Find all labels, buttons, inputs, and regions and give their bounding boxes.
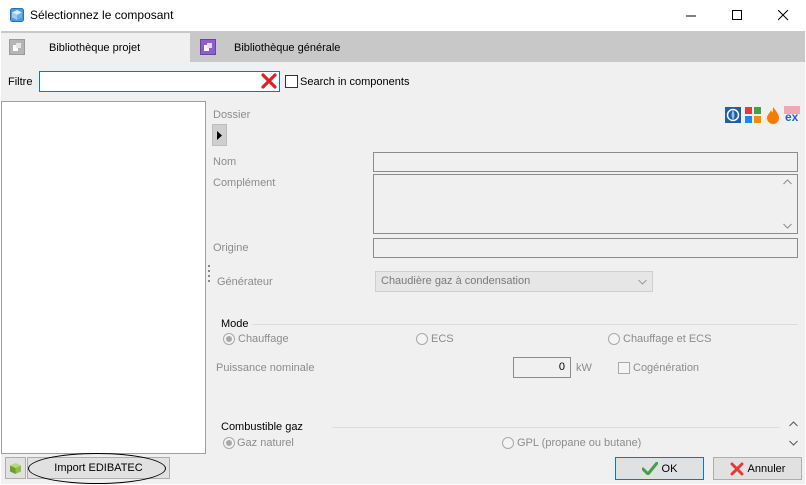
grid-icon[interactable] xyxy=(745,107,761,123)
tab-label: Bibliothèque projet xyxy=(49,42,141,54)
combustible-group-line xyxy=(332,427,780,428)
highlight-ellipse xyxy=(28,453,166,484)
nom-label: Nom xyxy=(213,156,237,168)
cancel-label: Annuler xyxy=(747,462,786,475)
close-button[interactable] xyxy=(760,0,806,31)
app-icon xyxy=(10,8,24,22)
search-in-components-label: Search in components xyxy=(300,76,410,88)
origine-field[interactable] xyxy=(373,238,798,258)
tab-label: Bibliothèque générale xyxy=(234,42,341,54)
flame-icon[interactable] xyxy=(766,107,780,124)
mode-chauffage-ecs-radio[interactable] xyxy=(608,333,620,345)
nom-field[interactable] xyxy=(373,152,798,172)
dossier-label: Dossier xyxy=(213,109,251,121)
filter-input[interactable] xyxy=(39,71,280,92)
mode-ecs-label: ECS xyxy=(431,333,454,345)
mode-chauffage-ecs-label: Chauffage et ECS xyxy=(623,333,712,345)
ex-icon-text: ex xyxy=(785,110,799,124)
package-icon xyxy=(10,462,21,474)
import-icon-button[interactable] xyxy=(5,457,26,479)
ok-button[interactable]: OK xyxy=(615,457,704,480)
mode-chauffage-label: Chauffage xyxy=(238,333,289,345)
tab-bibliotheque-generale[interactable]: Bibliothèque générale xyxy=(192,33,392,62)
mode-group-label: Mode xyxy=(221,318,249,330)
cancel-button[interactable]: Annuler xyxy=(713,457,802,480)
tab-bibliotheque-projet[interactable]: Bibliothèque projet xyxy=(1,33,190,62)
complement-label: Complément xyxy=(213,177,276,189)
combustible-group-label: Combustible gaz xyxy=(221,421,303,433)
component-tree[interactable] xyxy=(1,101,206,454)
search-in-components-checkbox[interactable] xyxy=(285,75,298,88)
gaz-naturel-label: Gaz naturel xyxy=(237,437,294,449)
chevron-down-icon xyxy=(638,279,647,285)
splitter-handle[interactable] xyxy=(207,265,210,287)
complement-field[interactable] xyxy=(373,174,798,234)
close-icon xyxy=(777,10,788,21)
puissance-input[interactable]: 0 xyxy=(513,357,571,378)
puissance-unit: kW xyxy=(576,362,592,374)
minimize-icon xyxy=(685,15,696,17)
check-icon xyxy=(641,462,658,475)
general-library-icon xyxy=(200,39,216,55)
scroll-up-icon[interactable] xyxy=(783,179,792,185)
scroll-down-icon[interactable] xyxy=(783,223,792,229)
triangle-right-icon xyxy=(217,131,222,140)
origine-label: Origine xyxy=(213,242,249,254)
cancel-icon xyxy=(730,462,744,475)
generateur-value: Chaudière gaz à condensation xyxy=(381,275,531,287)
form-scroll-down-icon[interactable] xyxy=(789,440,798,446)
generateur-label: Générateur xyxy=(217,276,273,288)
minimize-button[interactable] xyxy=(668,0,714,31)
cogeneration-checkbox[interactable] xyxy=(618,362,630,374)
clear-filter-icon[interactable] xyxy=(260,72,278,90)
generateur-select[interactable]: Chaudière gaz à condensation xyxy=(375,271,653,292)
window-title: Sélectionnez le composant xyxy=(30,8,174,22)
gpl-label: GPL (propane ou butane) xyxy=(517,437,642,449)
maximize-icon xyxy=(731,10,742,20)
ok-label: OK xyxy=(661,462,678,475)
maximize-button[interactable] xyxy=(714,0,760,31)
form-scroll-up-icon[interactable] xyxy=(789,421,798,427)
puissance-label: Puissance nominale xyxy=(216,362,315,374)
ex-icon[interactable]: ex xyxy=(783,105,801,124)
gpl-radio[interactable] xyxy=(502,437,514,449)
mode-ecs-radio[interactable] xyxy=(416,333,428,345)
cogeneration-label: Cogénération xyxy=(633,362,700,374)
gaz-naturel-radio[interactable] xyxy=(223,437,235,449)
filter-label: Filtre xyxy=(8,76,33,88)
mode-chauffage-radio[interactable] xyxy=(223,333,235,345)
project-library-icon xyxy=(9,39,25,55)
hvac-icon[interactable] xyxy=(725,107,741,123)
mode-group-line xyxy=(252,324,798,325)
dossier-expand-button[interactable] xyxy=(212,124,227,146)
